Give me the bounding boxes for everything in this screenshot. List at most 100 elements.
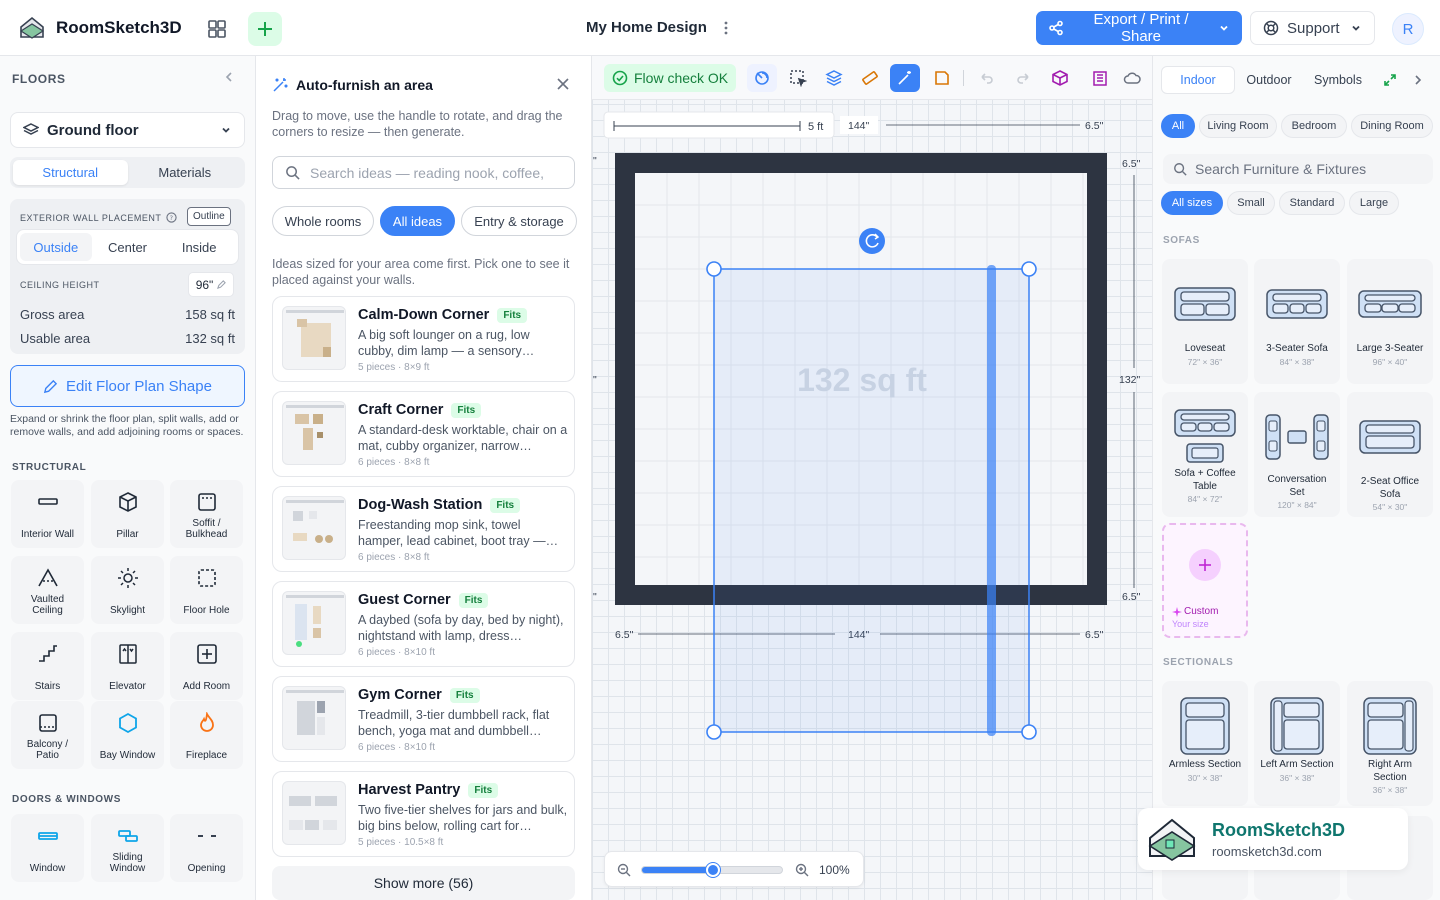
tool-vaulted-ceiling[interactable]: Vaulted Ceiling: [11, 556, 84, 624]
ceiling-input[interactable]: 96": [188, 272, 234, 297]
avatar[interactable]: R: [1392, 13, 1424, 45]
size-chip-small[interactable]: Small: [1227, 191, 1275, 215]
furniture-tile[interactable]: Loveseat 72" × 36": [1162, 259, 1248, 384]
custom-size-tile[interactable]: Custom Your size: [1162, 523, 1248, 638]
chevron-right-icon[interactable]: [1411, 73, 1425, 87]
tool-skylight[interactable]: Skylight: [91, 556, 164, 624]
idea-card[interactable]: Harvest Pantry Fits Two five-tier shelves…: [272, 771, 575, 857]
furniture-tile[interactable]: Large 3-Seater 96" × 40": [1347, 259, 1433, 384]
floor-select[interactable]: Ground floor: [10, 112, 245, 148]
room-chip-bedroom[interactable]: Bedroom: [1281, 114, 1347, 138]
tab-symbols[interactable]: Symbols: [1303, 66, 1373, 94]
idea-card[interactable]: Gym Corner Fits Treadmill, 3-tier dumbbel…: [272, 676, 575, 762]
floor-plan-canvas[interactable]: Flow check OK 5 ft 144" 6.5" 6.5" 132" 6…: [592, 56, 1152, 900]
tool-elevator[interactable]: Elevator: [91, 632, 164, 700]
close-icon[interactable]: [556, 77, 570, 91]
auto-furnish-tool-icon[interactable]: [890, 64, 920, 92]
building-icon[interactable]: [1085, 64, 1115, 92]
app-logo-icon[interactable]: [18, 14, 46, 42]
expand-icon[interactable]: [1383, 73, 1397, 87]
furniture-tile[interactable]: Armless Section 30" × 38": [1162, 681, 1248, 806]
collapse-panel-icon[interactable]: [222, 70, 236, 84]
document-title[interactable]: My Home Design: [586, 19, 707, 36]
zoom-control: 100%: [604, 851, 864, 887]
tool-stairs[interactable]: Stairs: [11, 632, 84, 700]
room-chip-living[interactable]: Living Room: [1199, 114, 1277, 138]
furniture-tile[interactable]: Right Arm Section 36" × 38": [1347, 681, 1433, 806]
tab-indoor[interactable]: Indoor: [1161, 66, 1235, 94]
resize-handle[interactable]: [706, 724, 722, 740]
dim-right-wall-bottom: 6.5": [1122, 591, 1141, 603]
size-chip-all[interactable]: All sizes: [1161, 191, 1223, 215]
furniture-tile[interactable]: Conversation Set 120" × 84": [1254, 392, 1340, 517]
outline-badge[interactable]: Outline: [187, 207, 231, 226]
room-chip-all[interactable]: All: [1161, 114, 1195, 138]
zoom-in-icon[interactable]: [795, 863, 809, 877]
tool-fireplace[interactable]: Fireplace: [170, 701, 243, 769]
tab-outdoor[interactable]: Outdoor: [1237, 66, 1301, 94]
tool-interior-wall[interactable]: Interior Wall: [11, 480, 84, 548]
furniture-tile[interactable]: Sofa + Coffee Table 84" × 72": [1162, 392, 1248, 517]
resize-handle[interactable]: [1021, 261, 1037, 277]
furniture-tile[interactable]: 2-Seat Office Sofa 54" × 30": [1347, 392, 1433, 517]
resize-handle[interactable]: [1021, 724, 1037, 740]
tool-opening[interactable]: Opening: [170, 814, 243, 882]
tool-floor-hole[interactable]: Floor Hole: [170, 556, 243, 624]
support-button[interactable]: Support: [1250, 11, 1375, 45]
window-icon: [37, 824, 59, 848]
cloud-icon[interactable]: [1117, 64, 1147, 92]
room-chip-dining[interactable]: Dining Room: [1351, 114, 1433, 138]
dashboard-icon[interactable]: [200, 12, 234, 46]
more-options-icon[interactable]: [716, 16, 736, 40]
3d-view-icon[interactable]: [1045, 64, 1075, 92]
edit-floor-plan-button[interactable]: Edit Floor Plan Shape: [10, 365, 245, 407]
placement-center[interactable]: Center: [92, 233, 164, 261]
chip-whole-rooms[interactable]: Whole rooms: [272, 206, 374, 236]
layers-icon[interactable]: [819, 64, 849, 92]
idea-title: Guest Corner: [358, 592, 451, 608]
note-icon[interactable]: [927, 64, 957, 92]
furniture-tile[interactable]: 3-Seater Sofa 84" × 38": [1254, 259, 1340, 384]
idea-card[interactable]: Craft Corner Fits A standard-desk worktab…: [272, 391, 575, 477]
magnet-icon[interactable]: [747, 64, 777, 92]
ideas-search-input[interactable]: Search ideas — reading nook, coffee,: [272, 156, 575, 189]
resize-handle[interactable]: [706, 261, 722, 277]
placement-inside[interactable]: Inside: [163, 233, 235, 261]
furniture-tile[interactable]: Left Arm Section 36" × 38": [1254, 681, 1340, 806]
idea-card[interactable]: Dog-Wash Station Fits Freestanding mop si…: [272, 486, 575, 572]
tool-add-room[interactable]: Add Room: [170, 632, 243, 700]
selection-edge-highlight[interactable]: [987, 265, 996, 736]
info-icon[interactable]: ?: [166, 212, 177, 223]
size-chip-standard[interactable]: Standard: [1279, 191, 1345, 215]
flow-check-badge[interactable]: Flow check OK: [604, 64, 737, 92]
chip-all-ideas[interactable]: All ideas: [380, 206, 455, 236]
select-area-icon[interactable]: [783, 64, 813, 92]
floor-plan-drawing[interactable]: 5 ft 144" 6.5" 6.5" 132" 6.5" " " " 6.5"…: [592, 100, 1152, 900]
zoom-slider-thumb[interactable]: [706, 863, 720, 877]
export-button[interactable]: Export / Print / Share: [1036, 11, 1242, 45]
furniture-search-input[interactable]: Search Furniture & Fixtures: [1163, 154, 1433, 184]
rotate-handle-icon[interactable]: [859, 228, 885, 254]
chip-entry-storage[interactable]: Entry & storage: [461, 206, 577, 236]
idea-card[interactable]: Guest Corner Fits A daybed (sofa by day, …: [272, 581, 575, 667]
tool-sliding-window[interactable]: Sliding Window: [91, 814, 164, 882]
ruler-icon[interactable]: [855, 64, 885, 92]
tab-materials[interactable]: Materials: [128, 160, 243, 185]
idea-card[interactable]: Calm-Down Corner Fits A big soft lounger …: [272, 296, 575, 382]
placement-outside[interactable]: Outside: [20, 233, 92, 261]
tab-structural[interactable]: Structural: [13, 160, 128, 185]
show-more-button[interactable]: Show more (56): [272, 866, 575, 900]
tool-pillar[interactable]: Pillar: [91, 480, 164, 548]
redo-icon[interactable]: [1008, 64, 1038, 92]
zoom-slider[interactable]: [641, 863, 783, 877]
zoom-out-icon[interactable]: [617, 863, 631, 877]
tool-bay-window[interactable]: Bay Window: [91, 701, 164, 769]
tool-soffit[interactable]: Soffit / Bulkhead: [170, 480, 243, 548]
new-design-button[interactable]: [248, 12, 282, 46]
undo-icon[interactable]: [972, 64, 1002, 92]
floors-label: FLOORS: [12, 72, 66, 86]
size-chip-large[interactable]: Large: [1349, 191, 1399, 215]
furnish-selection-area[interactable]: [713, 268, 1030, 733]
tool-balcony[interactable]: Balcony / Patio: [11, 701, 84, 769]
tool-window[interactable]: Window: [11, 814, 84, 882]
